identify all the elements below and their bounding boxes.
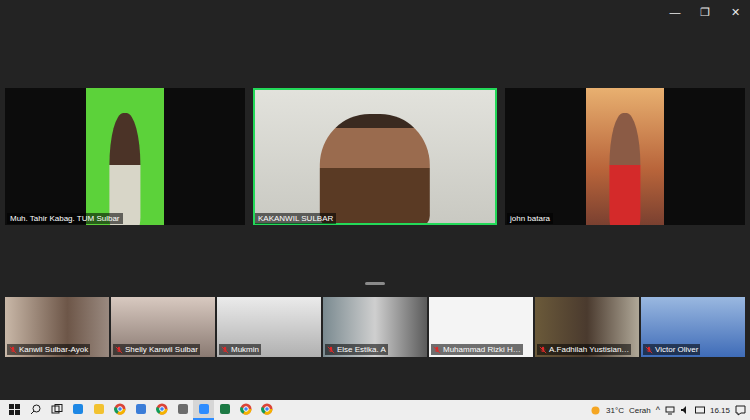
participant-name: Mukmin [231,345,259,354]
resize-handle[interactable] [365,282,385,285]
participant-tile[interactable]: Muhammad Rizki H… [429,297,533,357]
participant-label: A.Fadhilah Yustisian… [537,344,631,355]
taskbar-mail[interactable] [130,400,151,420]
task-view-icon [51,404,63,415]
muted-mic-icon [327,346,335,354]
volume-icon[interactable] [680,405,690,415]
system-tray: 31°C Cerah ^ 16.15 [590,405,746,416]
taskbar-chrome[interactable] [235,400,256,420]
taskbar-app[interactable] [172,400,193,420]
taskbar-excel[interactable] [214,400,235,420]
speaker-slot[interactable]: KAKANWIL SULBAR [253,88,497,225]
taskbar-search[interactable] [25,400,46,420]
taskbar-chrome[interactable] [151,400,172,420]
video-tile [86,88,164,225]
participant-name: Else Estika. A [337,345,386,354]
speaker-name: Muh. Tahir Kabag. TUM Sulbar [7,213,123,224]
chrome-icon [114,403,126,415]
participant-tile[interactable]: Mukmin [217,297,321,357]
speaker-name: john batara [507,213,553,224]
muted-mic-icon [645,346,653,354]
video-tile [586,88,664,225]
window-control[interactable]: ❐ [698,6,712,19]
windows-icon [9,404,20,415]
excel-icon [219,403,231,415]
network-icon[interactable] [665,405,675,415]
participant-name: Victor Oliver [655,345,698,354]
speaker-slot[interactable]: john batara [505,88,745,225]
participant-tile[interactable]: A.Fadhilah Yustisian… [535,297,639,357]
chrome-icon [156,403,168,415]
weather-temp[interactable]: 31°C [606,406,624,415]
taskbar-chrome[interactable] [256,400,277,420]
participant-label: Else Estika. A [325,344,388,355]
participant-label: Victor Oliver [643,344,700,355]
video-tile [253,88,497,225]
participant-name: Kanwil Sulbar-Ayok [19,345,88,354]
person-figure [109,113,140,225]
taskbar-edge[interactable] [67,400,88,420]
speaker-row: Muh. Tahir Kabag. TUM Sulbar KAKANWIL SU… [5,88,745,225]
taskbar-taskview[interactable] [46,400,67,420]
taskbar-chrome[interactable] [109,400,130,420]
participant-tile[interactable]: Shelly Kanwil Sulbar [111,297,215,357]
muted-mic-icon [539,346,547,354]
explorer-icon [93,403,105,415]
muted-mic-icon [9,346,17,354]
participant-label: Muhammad Rizki H… [431,344,523,355]
muted-mic-icon [115,346,123,354]
edge-icon [72,403,84,415]
participant-name: A.Fadhilah Yustisian… [549,345,629,354]
participant-name: Shelly Kanwil Sulbar [125,345,198,354]
participant-label: Mukmin [219,344,261,355]
participant-name: Muhammad Rizki H… [443,345,521,354]
taskbar-explorer[interactable] [88,400,109,420]
keyboard-icon[interactable] [695,405,705,415]
person-figure [609,113,640,225]
notification-icon[interactable] [735,405,746,416]
window-control[interactable]: ✕ [728,6,742,19]
tray-chevron[interactable]: ^ [656,405,660,415]
taskbar-start[interactable] [4,400,25,420]
meeting-stage: Muh. Tahir Kabag. TUM Sulbar KAKANWIL SU… [0,24,750,400]
taskbar-zoom[interactable] [193,400,214,420]
participant-label: Shelly Kanwil Sulbar [113,344,200,355]
zoom-icon [198,403,210,415]
window-control[interactable]: — [668,6,682,18]
clock[interactable]: 16.15 [710,406,730,415]
taskbar-apps [4,400,277,420]
participant-strip: Kanwil Sulbar-Ayok Shelly Kanwil Sulbar … [5,297,745,357]
speaker-slot[interactable]: Muh. Tahir Kabag. TUM Sulbar [5,88,245,225]
participant-tile[interactable]: Victor Oliver [641,297,745,357]
chrome-icon [240,403,252,415]
app-icon [177,403,189,415]
muted-mic-icon [221,346,229,354]
search-icon [30,404,41,415]
weather-condition[interactable]: Cerah [629,406,651,415]
sun-icon [590,405,601,416]
taskbar: 31°C Cerah ^ 16.15 [0,400,750,420]
zoom-window: — ❐ ✕ Muh. Tahir Kabag. TUM Sulbar KAKANWI… [0,0,750,420]
mail-icon [135,403,147,415]
title-bar: — ❐ ✕ [0,0,750,24]
participant-label: Kanwil Sulbar-Ayok [7,344,90,355]
participant-tile[interactable]: Else Estika. A [323,297,427,357]
speaker-name: KAKANWIL SULBAR [255,213,336,224]
participant-tile[interactable]: Kanwil Sulbar-Ayok [5,297,109,357]
muted-mic-icon [433,346,441,354]
chrome-icon [261,403,273,415]
person-figure [320,114,430,225]
